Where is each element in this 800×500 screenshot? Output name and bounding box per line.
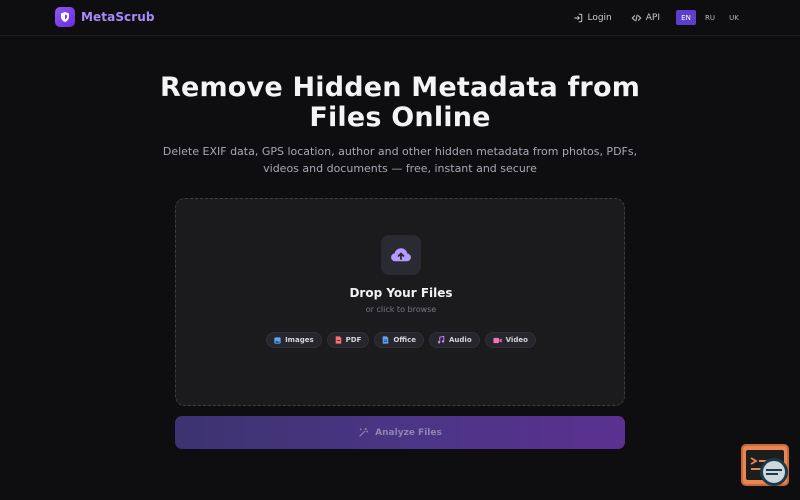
file-type-label: PDF bbox=[345, 336, 362, 344]
main-nav: Login API EN RU UK bbox=[573, 10, 744, 25]
page-subtitle: Delete EXIF data, GPS location, author a… bbox=[162, 145, 638, 175]
pdf-icon bbox=[335, 336, 341, 344]
magnifier-icon[interactable] bbox=[760, 458, 788, 486]
file-dropzone[interactable]: Drop Your Files or click to browse Image… bbox=[175, 198, 625, 406]
brand-name: MetaScrub bbox=[81, 10, 155, 24]
analyze-files-label: Analyze Files bbox=[375, 427, 442, 438]
dropzone-hint: or click to browse bbox=[365, 305, 437, 314]
cloud-upload-icon bbox=[381, 235, 421, 275]
file-type-office: Office bbox=[374, 332, 425, 348]
file-type-label: Office bbox=[393, 336, 417, 344]
file-type-video: Video bbox=[484, 332, 536, 348]
file-type-list: Images PDF Office Audio Video bbox=[176, 332, 626, 348]
language-switcher: EN RU UK bbox=[676, 10, 744, 25]
lang-en-button[interactable]: EN bbox=[676, 10, 696, 25]
page: MetaScrub Login API EN RU UK Remove Hidd… bbox=[0, 0, 800, 500]
login-link[interactable]: Login bbox=[573, 12, 612, 23]
file-type-label: Audio bbox=[449, 336, 472, 344]
lang-ru-button[interactable]: RU bbox=[700, 10, 720, 25]
file-type-label: Video bbox=[505, 336, 528, 344]
dropzone-title: Drop Your Files bbox=[349, 286, 453, 300]
login-icon bbox=[574, 13, 583, 22]
magic-wand-icon bbox=[359, 427, 369, 437]
file-type-label: Images bbox=[285, 336, 314, 344]
image-icon bbox=[274, 336, 281, 344]
api-link[interactable]: API bbox=[631, 13, 660, 23]
api-label: API bbox=[645, 12, 660, 23]
login-label: Login bbox=[587, 12, 612, 23]
file-type-audio: Audio bbox=[429, 332, 480, 348]
analyze-files-button[interactable]: Analyze Files bbox=[175, 416, 625, 449]
document-icon bbox=[383, 336, 389, 344]
file-type-images: Images bbox=[266, 332, 322, 348]
shield-icon bbox=[55, 7, 75, 27]
video-icon bbox=[493, 337, 502, 343]
code-icon bbox=[631, 14, 642, 21]
music-icon bbox=[437, 336, 445, 344]
page-title: Remove Hidden Metadata from Files Online bbox=[159, 72, 641, 133]
file-type-pdf: PDF bbox=[326, 332, 370, 348]
brand[interactable]: MetaScrub bbox=[55, 7, 155, 27]
lang-uk-button[interactable]: UK bbox=[724, 10, 744, 25]
top-header: MetaScrub Login API EN RU UK bbox=[0, 0, 800, 36]
